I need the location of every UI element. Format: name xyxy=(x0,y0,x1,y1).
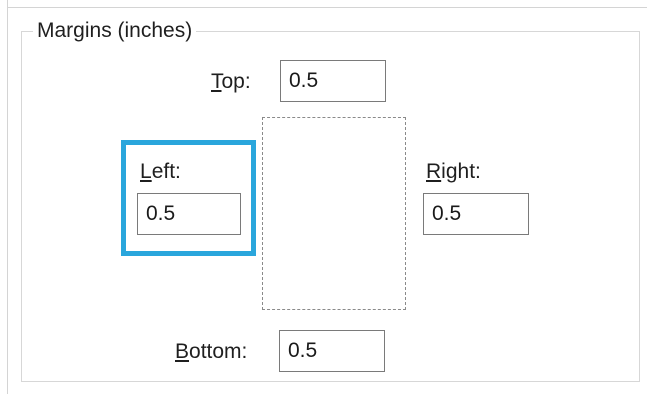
left-label-text: eft: xyxy=(151,160,181,183)
left-label-access-key: L xyxy=(140,160,152,183)
right-label-text: ight: xyxy=(441,160,481,183)
left-margin-label: Left: xyxy=(140,159,181,185)
window-edge-left xyxy=(7,0,8,394)
top-margin-label: Top: xyxy=(211,69,251,95)
bottom-label-text: ottom: xyxy=(189,340,248,363)
right-label-access-key: R xyxy=(426,160,442,183)
bottom-margin-label: Bottom: xyxy=(175,339,247,365)
bottom-margin-input[interactable] xyxy=(279,330,385,372)
margins-dialog-section: Margins (inches) Top: Left: Right: Botto… xyxy=(0,0,647,394)
right-margin-label: Right: xyxy=(426,159,481,185)
top-label-text: op: xyxy=(221,70,251,93)
page-preview xyxy=(262,117,406,310)
window-edge-top xyxy=(7,7,647,8)
top-margin-input[interactable] xyxy=(280,60,386,102)
bottom-label-access-key: B xyxy=(175,340,190,363)
margins-group-legend: Margins (inches) xyxy=(33,18,197,44)
top-label-access-key: T xyxy=(211,70,222,93)
left-margin-input[interactable] xyxy=(137,193,241,235)
right-margin-input[interactable] xyxy=(423,193,529,235)
